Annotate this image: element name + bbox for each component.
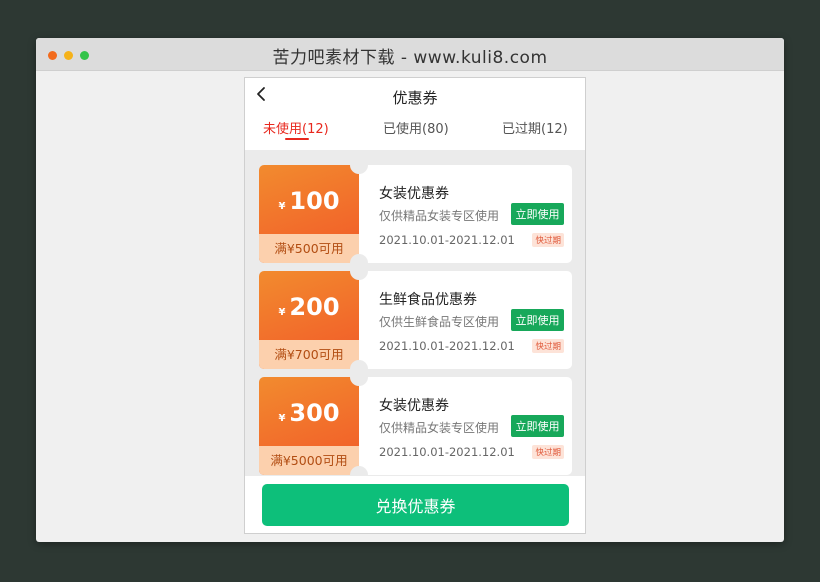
currency-symbol: ¥ — [278, 413, 286, 424]
browser-window: 苦力吧素材下载 - www.kuli8.com 优惠券 未使用(12) 已使用(… — [36, 38, 784, 542]
coupon-name: 生鲜食品优惠券 — [379, 292, 477, 308]
coupon-description: 仅供生鲜食品专区使用 — [379, 315, 500, 329]
coupon-amount-value: 200 — [289, 293, 340, 321]
bottom-action-bar: 兑换优惠券 — [245, 476, 585, 533]
coupon-amount: ¥100 — [259, 187, 359, 215]
window-title: 苦力吧素材下载 - www.kuli8.com — [272, 48, 548, 68]
expiring-badge: 快过期 — [532, 233, 564, 247]
coupon-validity-date: 2021.10.01-2021.12.01 — [379, 339, 515, 353]
active-tab-indicator — [285, 138, 309, 140]
coupon-condition: 满¥700可用 — [259, 340, 359, 369]
coupon-info-panel: 生鲜食品优惠券 仅供生鲜食品专区使用 2021.10.01-2021.12.01… — [359, 271, 572, 369]
expiring-badge: 快过期 — [532, 339, 564, 353]
coupon-description: 仅供精品女装专区使用 — [379, 421, 500, 435]
coupon-value-panel: ¥300 满¥5000可用 — [259, 377, 359, 475]
coupon-notch — [350, 156, 368, 174]
coupon-validity-date: 2021.10.01-2021.12.01 — [379, 445, 515, 459]
coupon-card: ¥100 满¥500可用 女装优惠券 仅供精品女装专区使用 2021.10.01… — [259, 156, 572, 272]
coupon-card: ¥200 满¥700可用 生鲜食品优惠券 仅供生鲜食品专区使用 2021.10.… — [259, 262, 572, 378]
coupon-amount: ¥300 — [259, 399, 359, 427]
redeem-coupon-button[interactable]: 兑换优惠券 — [262, 484, 569, 526]
coupon-card: ¥300 满¥5000可用 女装优惠券 仅供精品女装专区使用 2021.10.0… — [259, 368, 572, 476]
coupon-notch — [350, 368, 368, 386]
currency-symbol: ¥ — [278, 307, 286, 318]
use-now-button[interactable]: 立即使用 — [511, 309, 564, 331]
browser-titlebar: 苦力吧素材下载 - www.kuli8.com — [36, 38, 784, 71]
coupon-list[interactable]: ¥100 满¥500可用 女装优惠券 仅供精品女装专区使用 2021.10.01… — [245, 150, 585, 476]
coupon-name: 女装优惠券 — [379, 186, 449, 202]
coupon-amount: ¥200 — [259, 293, 359, 321]
tab-expired[interactable]: 已过期(12) — [502, 118, 568, 137]
coupon-amount-value: 300 — [289, 399, 340, 427]
coupon-info-panel: 女装优惠券 仅供精品女装专区使用 2021.10.01-2021.12.01 立… — [359, 165, 572, 263]
coupon-tabs: 未使用(12) 已使用(80) 已过期(12) — [245, 113, 585, 150]
coupon-value-panel: ¥200 满¥700可用 — [259, 271, 359, 369]
page-title: 优惠券 — [392, 89, 438, 107]
coupon-value-panel: ¥100 满¥500可用 — [259, 165, 359, 263]
coupon-validity-date: 2021.10.01-2021.12.01 — [379, 233, 515, 247]
coupon-condition: 满¥5000可用 — [259, 446, 359, 475]
use-now-button[interactable]: 立即使用 — [511, 203, 564, 225]
page-header: 优惠券 — [245, 78, 585, 113]
coupon-notch — [350, 262, 368, 280]
coupon-name: 女装优惠券 — [379, 398, 449, 414]
tab-unused[interactable]: 未使用(12) — [263, 118, 329, 137]
phone-screen: 优惠券 未使用(12) 已使用(80) 已过期(12) ¥100 满¥500可用… — [244, 77, 586, 534]
coupon-amount-value: 100 — [289, 187, 340, 215]
use-now-button[interactable]: 立即使用 — [511, 415, 564, 437]
coupon-condition: 满¥500可用 — [259, 234, 359, 263]
coupon-info-panel: 女装优惠券 仅供精品女装专区使用 2021.10.01-2021.12.01 立… — [359, 377, 572, 475]
coupon-description: 仅供精品女装专区使用 — [379, 209, 500, 223]
expiring-badge: 快过期 — [532, 445, 564, 459]
currency-symbol: ¥ — [278, 201, 286, 212]
tab-used[interactable]: 已使用(80) — [383, 118, 449, 137]
